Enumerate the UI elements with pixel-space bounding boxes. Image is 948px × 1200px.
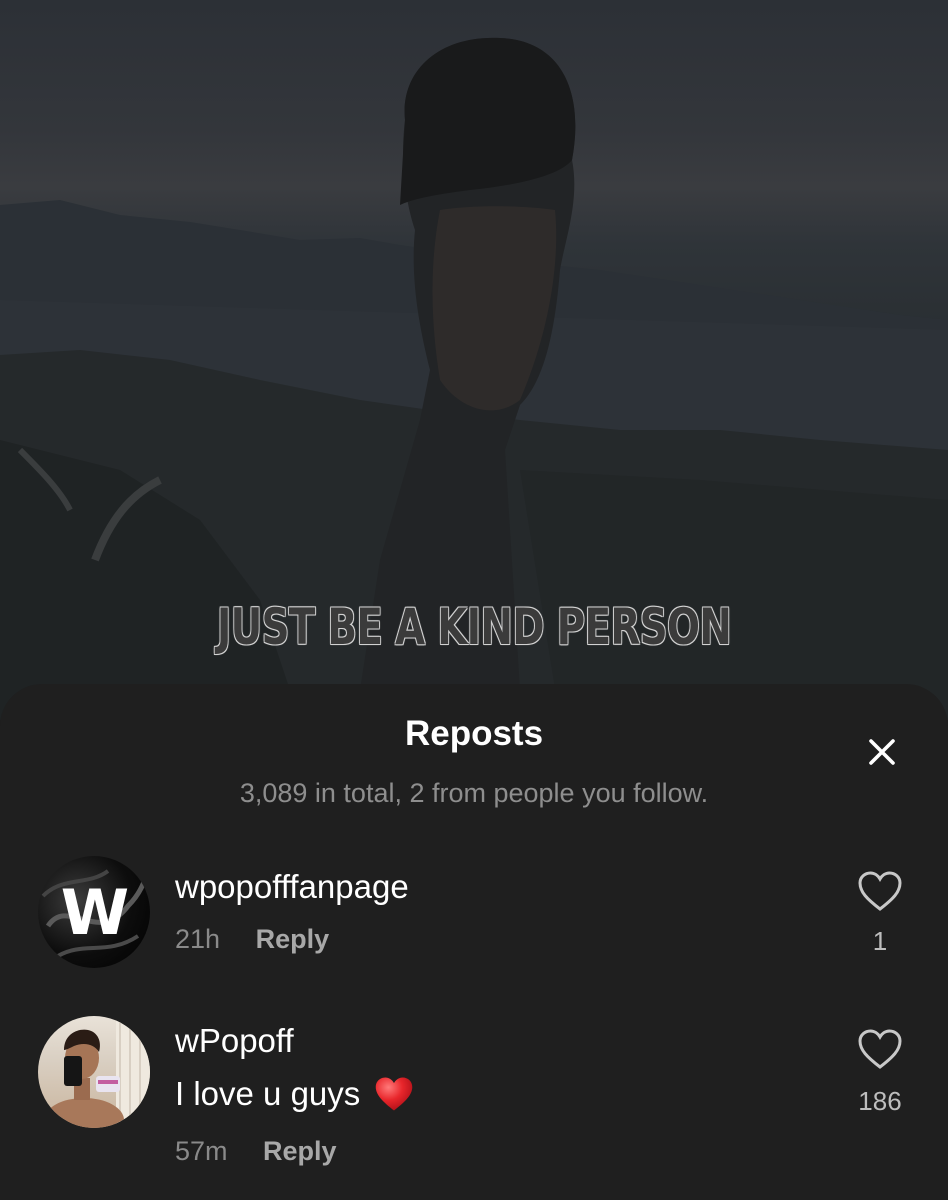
username[interactable]: wPopoff <box>175 1022 294 1060</box>
like-count: 186 <box>858 1086 902 1116</box>
video-player[interactable]: JUST BE A KIND PERSON <box>0 0 948 720</box>
like-button[interactable] <box>854 1026 906 1072</box>
avatar-letter: W <box>60 875 129 949</box>
avatar-photo-graphic <box>44 1016 150 1128</box>
comment-text-row: I love u guys <box>175 1072 414 1116</box>
repost-summary: 3,089 in total, 2 from people you follow… <box>239 778 709 808</box>
like-button[interactable] <box>854 868 906 914</box>
close-icon <box>869 739 895 765</box>
username[interactable]: wpopofffanpage <box>175 868 409 906</box>
comment-meta: 21h Reply <box>175 924 329 955</box>
video-caption: JUST BE A KIND PERSON <box>216 598 732 656</box>
heart-outline-icon <box>858 871 902 911</box>
reply-button[interactable]: Reply <box>256 924 330 954</box>
comment-time: 57m <box>175 1136 228 1166</box>
comment-text: I love u guys <box>175 1075 361 1112</box>
list-item: wPopoff I love u guys 57m Reply 186 <box>0 1014 948 1174</box>
red-heart-emoji-icon <box>376 1077 413 1111</box>
avatar[interactable] <box>38 1016 150 1128</box>
reply-button[interactable]: Reply <box>263 1136 337 1166</box>
list-item: W wpopofffanpage 21h Reply 1 <box>0 854 948 974</box>
close-button[interactable] <box>858 728 906 776</box>
comment-meta: 57m Reply <box>175 1136 337 1167</box>
reposts-sheet: Reposts 3,089 in total, 2 from people yo… <box>0 684 948 1200</box>
sheet-title: Reposts <box>404 714 544 753</box>
avatar[interactable]: W <box>38 856 150 968</box>
like-count: 1 <box>872 926 888 956</box>
comment-time: 21h <box>175 924 221 954</box>
heart-outline-icon <box>858 1029 902 1069</box>
